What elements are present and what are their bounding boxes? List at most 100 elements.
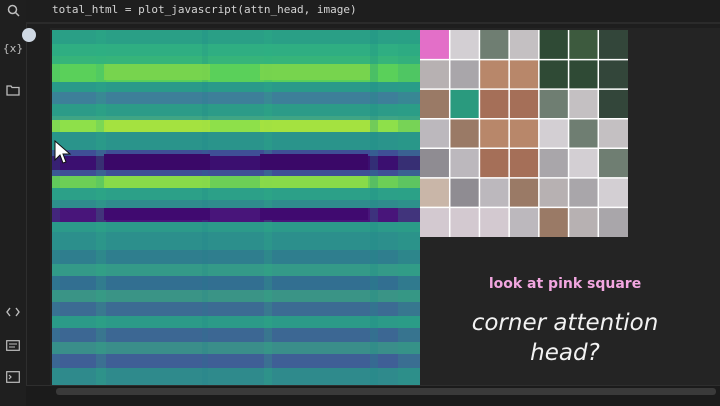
heatmap-column [52, 30, 60, 385]
heatmap-cell [104, 176, 210, 188]
image-patch [538, 207, 569, 237]
heatmap-band [52, 302, 420, 316]
heatmap-cell [260, 64, 370, 80]
heatmap-band [52, 316, 420, 328]
image-patch [420, 207, 450, 237]
image-patch [538, 89, 569, 119]
heatmap-band [52, 92, 420, 104]
image-patch [598, 177, 628, 208]
image-patch [538, 177, 569, 208]
image-patch [568, 30, 599, 60]
heatmap-column [96, 30, 106, 385]
sidebar: {x} [0, 0, 27, 405]
image-patch [538, 148, 569, 178]
heatmap-band [52, 250, 420, 264]
variables-icon[interactable]: {x} [3, 38, 24, 58]
search-icon[interactable] [3, 0, 23, 20]
teal-attended-patch [449, 89, 480, 119]
heatmap-band [52, 276, 420, 290]
heatmap-column [264, 30, 272, 385]
run-cell-button[interactable] [22, 28, 36, 42]
image-patch [568, 148, 599, 178]
heatmap-cell [260, 176, 368, 188]
image-patch [568, 207, 599, 237]
heatmap-cell [260, 154, 368, 170]
terminal-icon[interactable] [3, 367, 23, 387]
heatmap-column [370, 30, 378, 385]
heatmap-cell [260, 208, 368, 220]
code-icon[interactable] [3, 302, 23, 322]
horizontal-scrollbar[interactable] [56, 388, 716, 395]
image-patch [479, 89, 510, 119]
heatmap-band [52, 104, 420, 116]
image-patch [479, 118, 510, 149]
image-patch [479, 30, 510, 60]
heatmap-band [52, 56, 420, 64]
image-patch [568, 89, 599, 119]
folder-icon[interactable] [3, 80, 23, 100]
image-patch [449, 148, 480, 178]
image-patch [449, 177, 480, 208]
image-patch [538, 59, 569, 90]
image-patch [568, 177, 599, 208]
image-patch [598, 148, 628, 178]
image-patch [479, 207, 510, 237]
image-patch [509, 118, 539, 149]
heatmap-band [52, 82, 420, 92]
heatmap-cell [104, 208, 210, 220]
heatmap-band [52, 44, 420, 56]
image-patch [449, 30, 480, 60]
heatmap-band [52, 368, 420, 385]
image-patch [598, 30, 628, 60]
image-patch [598, 118, 628, 149]
heatmap-band [52, 132, 420, 150]
heatmap-band [52, 30, 420, 44]
highlight-caption: look at pink square [488, 276, 642, 292]
image-patch [420, 148, 450, 178]
image-patch [479, 148, 510, 178]
image-patch [479, 177, 510, 208]
terminal-list-icon[interactable] [3, 335, 23, 355]
question-caption: corner attention head? [420, 308, 710, 368]
image-patch [420, 118, 450, 149]
image-patch [509, 207, 539, 237]
question-line-1: corner attention [471, 310, 659, 336]
image-patch [598, 89, 628, 119]
pink-query-patch [420, 30, 450, 60]
image-patch [509, 177, 539, 208]
image-patch [449, 59, 480, 90]
image-patch [598, 207, 628, 237]
image-patch [568, 59, 599, 90]
image-patch [479, 59, 510, 90]
heatmap-band [52, 342, 420, 354]
heatmap-band [52, 354, 420, 368]
image-patch [449, 118, 480, 149]
image-patch [509, 30, 539, 60]
image-patch [420, 59, 450, 90]
heatmap-cell [104, 154, 210, 170]
heatmap-cell [104, 120, 210, 132]
image-patch [509, 148, 539, 178]
heatmap-band [52, 232, 420, 250]
code-text: total_html = plot_javascript(attn_head, … [52, 3, 357, 16]
question-line-2: head? [530, 340, 600, 366]
image-patch [568, 118, 599, 149]
heatmap-band [52, 290, 420, 302]
heatmap-cell [104, 64, 210, 80]
heatmap-band [52, 188, 420, 200]
image-patch [509, 89, 539, 119]
heatmap-column [398, 30, 420, 385]
image-patch [420, 177, 450, 208]
image-patch [538, 30, 569, 60]
attention-heatmap [52, 30, 420, 385]
heatmap-column [202, 30, 208, 385]
heatmap-cell [260, 120, 370, 132]
heatmap-band [52, 264, 420, 276]
image-patch [420, 89, 450, 119]
heatmap-band [52, 328, 420, 342]
image-patch-grid[interactable] [420, 30, 628, 237]
image-patch [449, 207, 480, 237]
heatmap-band [52, 222, 420, 232]
code-cell[interactable]: total_html = plot_javascript(attn_head, … [26, 0, 720, 22]
image-patch [538, 118, 569, 149]
